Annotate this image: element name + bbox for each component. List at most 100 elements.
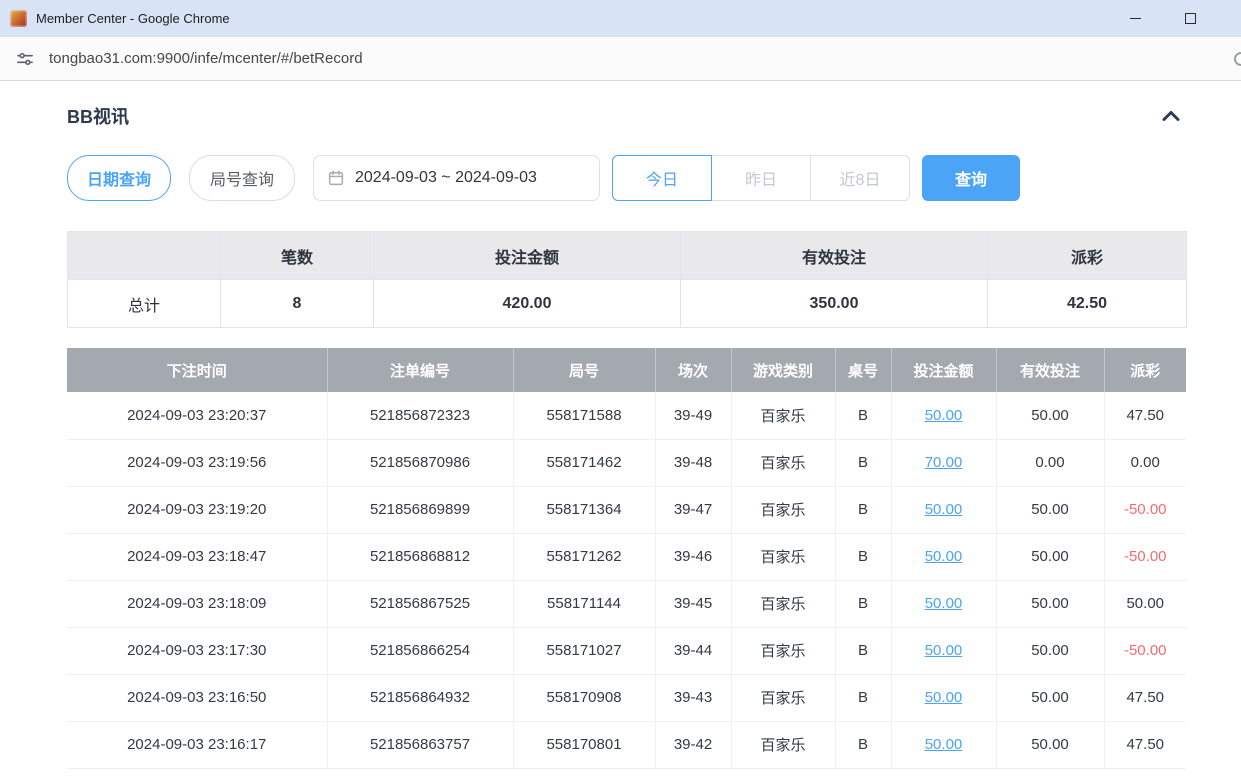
cell-table: B [835, 674, 891, 721]
summary-total-row: 总计 8 420.00 350.00 42.50 [68, 280, 1187, 328]
bet-table-header-row: 下注时间 注单编号 局号 场次 游戏类别 桌号 投注金额 有效投注 派彩 [67, 348, 1186, 392]
cell-payout: 0.00 [1104, 439, 1186, 486]
col-header-table-no: 桌号 [835, 348, 891, 392]
filter-bar: 日期查询 局号查询 2024-09-03 ~ 2024-09-03 今日 昨日 … [67, 155, 1186, 201]
cell-game: 百家乐 [731, 674, 835, 721]
summary-total-count: 8 [221, 280, 374, 328]
col-header-round-no: 局号 [513, 348, 655, 392]
cell-payout: 47.50 [1104, 392, 1186, 439]
cell-session: 39-48 [655, 439, 731, 486]
date-range-input[interactable]: 2024-09-03 ~ 2024-09-03 [313, 155, 600, 201]
cell-valid: 50.00 [996, 486, 1104, 533]
cell-session: 39-42 [655, 721, 731, 768]
cell-round: 558171027 [513, 627, 655, 674]
table-row: 2024-09-03 23:19:20521856869899558171364… [67, 486, 1186, 533]
cell-payout: 47.50 [1104, 674, 1186, 721]
yesterday-button[interactable]: 昨日 [711, 155, 811, 201]
col-header-bet-id: 注单编号 [327, 348, 513, 392]
minimize-button[interactable] [1113, 0, 1157, 37]
bet-amount-link[interactable]: 50.00 [925, 595, 963, 612]
cell-session: 39-46 [655, 533, 731, 580]
cell-session: 39-44 [655, 627, 731, 674]
cell-table: B [835, 627, 891, 674]
col-header-payout: 派彩 [1104, 348, 1186, 392]
site-settings-icon[interactable] [14, 48, 36, 70]
table-row: 2024-09-03 23:16:50521856864932558170908… [67, 674, 1186, 721]
col-header-bet-amount: 投注金额 [891, 348, 996, 392]
cell-game: 百家乐 [731, 721, 835, 768]
cell-session: 39-47 [655, 486, 731, 533]
maximize-icon [1185, 13, 1196, 24]
cell-round: 558171364 [513, 486, 655, 533]
cell-session: 39-43 [655, 674, 731, 721]
cell-amount: 50.00 [891, 721, 996, 768]
cell-payout: 50.00 [1104, 580, 1186, 627]
summary-header-payout: 派彩 [988, 232, 1187, 280]
cell-valid: 50.00 [996, 627, 1104, 674]
table-row: 2024-09-03 23:16:17521856863757558170801… [67, 721, 1186, 768]
cell-amount: 50.00 [891, 674, 996, 721]
col-header-game-type: 游戏类别 [731, 348, 835, 392]
cell-bet_id: 521856872323 [327, 392, 513, 439]
bet-amount-link[interactable]: 50.00 [925, 501, 963, 518]
cell-round: 558170801 [513, 721, 655, 768]
search-button[interactable]: 查询 [922, 155, 1020, 201]
summary-header-count: 笔数 [221, 232, 374, 280]
cell-amount: 50.00 [891, 392, 996, 439]
bet-amount-link[interactable]: 50.00 [925, 548, 963, 565]
cell-game: 百家乐 [731, 627, 835, 674]
cell-session: 39-45 [655, 580, 731, 627]
today-button[interactable]: 今日 [612, 155, 712, 201]
round-query-tab[interactable]: 局号查询 [189, 155, 295, 201]
bet-amount-link[interactable]: 50.00 [925, 642, 963, 659]
calendar-icon [327, 169, 345, 187]
summary-header-empty [68, 232, 221, 280]
cell-valid: 50.00 [996, 674, 1104, 721]
col-header-session: 场次 [655, 348, 731, 392]
summary-total-bet-amount: 420.00 [374, 280, 681, 328]
summary-header-row: 笔数 投注金额 有效投注 派彩 [68, 232, 1187, 280]
cell-time: 2024-09-03 23:17:30 [67, 627, 327, 674]
bet-record-page: BB视讯 日期查询 局号查询 2024-09-03 ~ 2024-09-03 今… [0, 81, 1241, 769]
favicon [10, 10, 27, 27]
cell-bet_id: 521856867525 [327, 580, 513, 627]
window-titlebar: Member Center - Google Chrome [0, 0, 1241, 37]
cell-session: 39-49 [655, 392, 731, 439]
table-row: 2024-09-03 23:18:09521856867525558171144… [67, 580, 1186, 627]
last-8-days-button[interactable]: 近8日 [810, 155, 910, 201]
cell-table: B [835, 486, 891, 533]
toolbar-partial-icon[interactable] [1234, 52, 1241, 66]
date-query-tab[interactable]: 日期查询 [67, 155, 171, 201]
cell-time: 2024-09-03 23:19:56 [67, 439, 327, 486]
cell-table: B [835, 392, 891, 439]
cell-valid: 50.00 [996, 533, 1104, 580]
cell-time: 2024-09-03 23:16:17 [67, 721, 327, 768]
summary-total-payout: 42.50 [988, 280, 1187, 328]
cell-round: 558170908 [513, 674, 655, 721]
cell-bet_id: 521856864932 [327, 674, 513, 721]
maximize-button[interactable] [1168, 0, 1212, 37]
cell-valid: 0.00 [996, 439, 1104, 486]
cell-amount: 50.00 [891, 486, 996, 533]
summary-total-valid-bet: 350.00 [681, 280, 988, 328]
window-title: Member Center - Google Chrome [36, 11, 230, 26]
cell-table: B [835, 580, 891, 627]
url-text[interactable]: tongbao31.com:9900/infe/mcenter/#/betRec… [49, 50, 363, 67]
bet-amount-link[interactable]: 70.00 [925, 454, 963, 471]
summary-header-bet-amount: 投注金额 [374, 232, 681, 280]
bet-amount-link[interactable]: 50.00 [925, 407, 963, 424]
cell-table: B [835, 721, 891, 768]
cell-payout: -50.00 [1104, 486, 1186, 533]
browser-toolbar: tongbao31.com:9900/infe/mcenter/#/betRec… [0, 37, 1241, 81]
cell-payout: 47.50 [1104, 721, 1186, 768]
bet-amount-link[interactable]: 50.00 [925, 736, 963, 753]
cell-round: 558171462 [513, 439, 655, 486]
section-header: BB视讯 [67, 103, 1186, 129]
cell-round: 558171144 [513, 580, 655, 627]
cell-time: 2024-09-03 23:19:20 [67, 486, 327, 533]
collapse-button[interactable] [1156, 103, 1186, 129]
bet-amount-link[interactable]: 50.00 [925, 689, 963, 706]
col-header-bet-time: 下注时间 [67, 348, 327, 392]
minimize-icon [1130, 18, 1141, 19]
cell-table: B [835, 533, 891, 580]
